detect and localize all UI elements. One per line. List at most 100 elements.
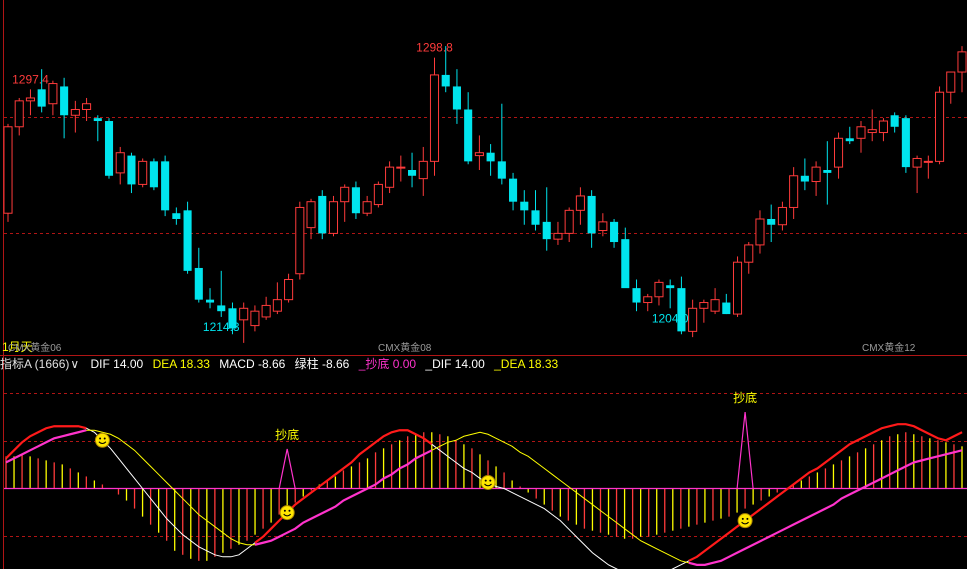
candle-body <box>115 152 125 174</box>
candle <box>777 201 787 231</box>
candle-body <box>923 160 933 163</box>
candle-body <box>789 175 799 208</box>
candle <box>497 103 506 185</box>
candle <box>452 69 461 124</box>
price-annotations: 1297.4 1214.3 1298.8 1204.0 <box>12 41 689 334</box>
candle-body <box>60 86 69 116</box>
candle <box>295 201 305 280</box>
smiley-face <box>480 474 496 490</box>
candle <box>509 172 518 211</box>
candle <box>901 115 910 173</box>
candle-body <box>261 304 271 318</box>
price-extreme-label: 1297.4 <box>12 72 49 86</box>
candle <box>553 221 563 245</box>
candle-body <box>777 206 787 226</box>
candle-body <box>48 83 58 105</box>
candle <box>946 71 956 104</box>
candle-body <box>205 299 215 303</box>
candle-body <box>744 244 754 263</box>
candle-body <box>654 281 664 298</box>
candle <box>811 161 821 196</box>
candle <box>677 276 686 335</box>
candle <box>408 152 417 188</box>
candle <box>912 155 922 194</box>
smiley-eye <box>484 479 487 482</box>
macd-lines <box>5 423 963 569</box>
candle <box>127 152 136 194</box>
candle-body <box>867 129 877 134</box>
candle <box>60 77 69 139</box>
chaodi-label: 抄底 <box>733 390 757 405</box>
candle <box>70 100 80 133</box>
candle <box>14 97 24 136</box>
chaodi-spike <box>736 411 754 489</box>
candle-body <box>172 213 181 219</box>
candle-body <box>295 206 305 275</box>
candle-body <box>441 74 450 87</box>
candle-body <box>362 201 372 214</box>
candle-body <box>14 100 24 128</box>
candle <box>104 118 114 179</box>
smiley-eye <box>99 437 102 440</box>
candle-body <box>250 310 260 327</box>
candle-body <box>575 195 585 211</box>
price-extreme-label: 1204.0 <box>652 311 689 325</box>
candle <box>823 141 832 205</box>
chart-canvas: 1297.41214.31298.81204.0 1月天CMX黄金06 CMX黄金… <box>0 0 967 569</box>
candle-body <box>890 115 899 127</box>
dea-value: DEA 18.33 <box>152 357 210 371</box>
candle <box>429 57 440 176</box>
smiley-icon <box>94 432 110 448</box>
chaodi-spike <box>278 448 296 489</box>
candle <box>239 302 249 343</box>
smiley-face <box>94 432 110 448</box>
indicator-selector[interactable]: 指标A (1666)∨ <box>0 357 89 371</box>
candle-body <box>127 155 136 185</box>
candle-body <box>70 108 80 116</box>
smiley-eye <box>741 517 744 520</box>
candle <box>699 299 709 323</box>
candle-body <box>509 178 518 202</box>
dif-highlight <box>688 423 963 562</box>
candle <box>161 155 170 217</box>
candle <box>744 242 754 274</box>
candle-body <box>845 138 854 142</box>
candle <box>621 227 630 289</box>
candlestick-series <box>3 46 967 343</box>
candle <box>340 184 350 222</box>
candle-body <box>946 71 956 93</box>
candle-body <box>138 160 148 185</box>
candle-body <box>834 137 844 168</box>
candle <box>418 146 428 196</box>
candle-body <box>935 91 945 162</box>
candle <box>25 89 35 116</box>
candle-body <box>497 161 506 179</box>
chaodi-label: 抄底 <box>275 427 299 442</box>
contract-labels: 1月天CMX黄金06 CMX黄金08 CMX黄金12 <box>2 340 916 354</box>
candle-body <box>621 239 630 289</box>
candle <box>531 190 540 231</box>
candle-body <box>306 201 316 229</box>
candle-body <box>856 126 866 139</box>
candle-body <box>710 299 720 312</box>
candle <box>890 112 899 133</box>
candle <box>464 92 473 165</box>
signal-markers: 抄底抄底 <box>94 390 757 529</box>
candle <box>149 158 158 191</box>
indicator-bar: 指标A (1666)∨ DIF 14.00 DEA 18.33 MACD -8.… <box>0 355 967 374</box>
candle <box>755 210 765 254</box>
smiley-icon <box>279 505 295 521</box>
candle <box>632 279 641 312</box>
candle-body <box>520 201 529 211</box>
candle <box>800 158 809 191</box>
candle <box>767 204 776 243</box>
dif2-value: _DIF 14.00 <box>425 357 485 371</box>
candle-body <box>340 186 350 203</box>
lvzhu-value: 绿柱 -8.66 <box>294 357 350 371</box>
candle <box>710 288 720 315</box>
candle <box>328 195 339 237</box>
candle-body <box>373 183 383 206</box>
candle-body <box>429 74 440 162</box>
candle-body <box>767 218 776 225</box>
candle-body <box>912 157 922 168</box>
